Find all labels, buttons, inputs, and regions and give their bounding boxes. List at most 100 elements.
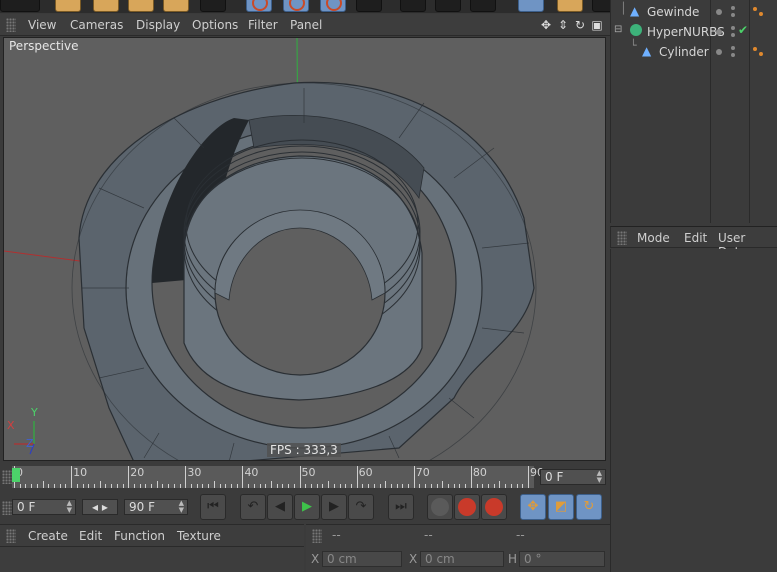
menu-filter[interactable]: Filter — [248, 18, 278, 32]
object-row-cylinder[interactable]: └ ▲ Cylinder — [611, 39, 777, 62]
coordinates-grip-icon[interactable] — [312, 529, 322, 543]
end-frame-field[interactable]: 90 F ▲ ▼ — [124, 499, 188, 515]
object-name[interactable]: HyperNURBS — [647, 25, 725, 39]
menu-view[interactable]: View — [28, 18, 56, 32]
rot-key-button[interactable]: ↻ — [576, 494, 602, 520]
render-visibility-dot[interactable] — [731, 46, 735, 50]
timeline-minor-tick — [373, 484, 375, 488]
position-x-field[interactable]: 0 cm — [322, 551, 402, 567]
timeline-minor-tick — [310, 484, 312, 488]
timeline-grip-icon[interactable] — [2, 470, 12, 484]
move-view-icon[interactable]: ✥ — [539, 18, 553, 32]
menu-display[interactable]: Display — [136, 18, 180, 32]
enabled-check-icon[interactable]: ✔ — [738, 23, 748, 37]
editor-visibility-dot[interactable] — [716, 49, 722, 55]
playhead-marker[interactable] — [12, 468, 20, 482]
range-arrows[interactable]: ◂ ▸ — [82, 499, 118, 515]
toolbar-button-y-axis[interactable] — [283, 0, 309, 12]
current-frame-field[interactable]: 0 F ▲ ▼ — [540, 469, 606, 485]
zoom-view-icon[interactable]: ⇕ — [556, 18, 570, 32]
render-visibility-dot[interactable] — [731, 33, 735, 37]
pos-key-button[interactable]: ✥ — [520, 494, 546, 520]
tag-icon[interactable] — [753, 47, 757, 51]
keyframe-selection-button[interactable] — [481, 494, 507, 520]
object-name[interactable]: Cylinder — [659, 45, 709, 59]
toolbar-button-undo[interactable] — [0, 0, 40, 12]
tree-line-icon: └ — [630, 39, 637, 52]
timeline-minor-tick — [499, 481, 501, 488]
viewport-label: Perspective — [9, 39, 79, 53]
prev-frame-button[interactable]: ◀ — [267, 494, 293, 520]
tag-icon[interactable] — [759, 12, 763, 16]
timeline-minor-tick — [368, 484, 370, 488]
materials-grip-icon[interactable] — [6, 529, 16, 543]
menu-edit-attributes[interactable]: Edit — [684, 231, 707, 245]
toolbar-button-scale[interactable] — [128, 0, 154, 12]
autokey-button[interactable] — [454, 494, 480, 520]
range-left-icon[interactable]: ◂ — [92, 500, 98, 514]
size-x-field[interactable]: 0 cm — [420, 551, 504, 567]
stepper-arrows-icon[interactable]: ▲ ▼ — [597, 470, 602, 484]
menu-panel[interactable]: Panel — [290, 18, 322, 32]
toolbar-button-coord-system[interactable] — [356, 0, 382, 12]
record-keys-button[interactable] — [427, 494, 453, 520]
object-name[interactable]: Gewinde — [647, 5, 699, 19]
tag-icon[interactable] — [759, 52, 763, 56]
timeline-minor-tick — [42, 481, 44, 488]
toolbar-button-more[interactable] — [592, 0, 610, 12]
toolbar-button-render-picture[interactable] — [435, 0, 461, 12]
maximize-view-icon[interactable]: ▣ — [590, 18, 604, 32]
scale-key-button[interactable]: ◩ — [548, 494, 574, 520]
toolbar-button-pen[interactable] — [557, 0, 583, 12]
menu-create[interactable]: Create — [28, 529, 68, 543]
goto-end-button[interactable]: ⏭ — [388, 494, 414, 520]
timeline-minor-tick — [425, 484, 427, 488]
menu-options[interactable]: Options — [192, 18, 238, 32]
toolbar-button-x-axis[interactable] — [246, 0, 272, 12]
transport-grip-icon[interactable] — [2, 501, 12, 515]
timeline-ruler[interactable]: 0102030405060708090 — [12, 466, 544, 488]
goto-start-button[interactable]: ⏮ — [200, 494, 226, 520]
timeline-minor-tick — [408, 484, 410, 488]
perspective-viewport[interactable]: Perspective Y X Z FPS : 333,3 — [3, 37, 606, 461]
collapse-toggle-icon[interactable]: ⊟ — [614, 24, 622, 35]
render-visibility-dot[interactable] — [731, 26, 735, 30]
stepper-arrows-icon[interactable]: ▲ ▼ — [67, 500, 72, 514]
attributes-panel — [610, 249, 777, 572]
stepper-arrows-icon[interactable]: ▲ ▼ — [179, 500, 184, 514]
menu-function[interactable]: Function — [114, 529, 165, 543]
toolbar-button-recent[interactable] — [200, 0, 226, 12]
grip-handle-icon[interactable] — [6, 18, 16, 32]
toolbar-button-rotate[interactable] — [163, 0, 189, 12]
start-frame-field[interactable]: 0 F ▲ ▼ — [12, 499, 76, 515]
object-row-gewinde[interactable]: │ ▲ Gewinde — [611, 2, 777, 22]
toolbar-button-z-axis[interactable] — [320, 0, 346, 12]
viewport-menubar: View Cameras Display Options Filter Pane… — [0, 14, 610, 36]
tag-icon[interactable] — [753, 7, 757, 11]
menu-cameras[interactable]: Cameras — [70, 18, 123, 32]
timeline-minor-tick — [65, 484, 67, 488]
toolbar-button-live-select[interactable] — [55, 0, 81, 12]
menu-edit[interactable]: Edit — [79, 529, 102, 543]
render-visibility-dot[interactable] — [731, 53, 735, 57]
toolbar-button-move[interactable] — [93, 0, 119, 12]
next-frame-button[interactable]: ▶ — [321, 494, 347, 520]
range-right-icon[interactable]: ▸ — [102, 500, 108, 514]
rotation-h-field[interactable]: 0 ° — [519, 551, 605, 567]
toolbar-button-cube[interactable] — [518, 0, 544, 12]
timeline-minor-tick — [25, 484, 27, 488]
next-key-button[interactable]: ↷ — [348, 494, 374, 520]
toolbar-button-render-view[interactable] — [400, 0, 426, 12]
timeline-major-tick — [528, 466, 529, 488]
prev-key-button[interactable]: ↶ — [240, 494, 266, 520]
render-visibility-dot[interactable] — [731, 6, 735, 10]
menu-texture[interactable]: Texture — [177, 529, 221, 543]
attributes-grip-icon[interactable] — [617, 231, 627, 245]
play-button[interactable]: ▶ — [294, 494, 320, 520]
editor-visibility-dot[interactable] — [716, 9, 722, 15]
editor-visibility-dot[interactable] — [716, 29, 722, 35]
menu-mode[interactable]: Mode — [637, 231, 670, 245]
toolbar-button-render-settings[interactable] — [470, 0, 496, 12]
rotate-view-icon[interactable]: ↻ — [573, 18, 587, 32]
render-visibility-dot[interactable] — [731, 13, 735, 17]
